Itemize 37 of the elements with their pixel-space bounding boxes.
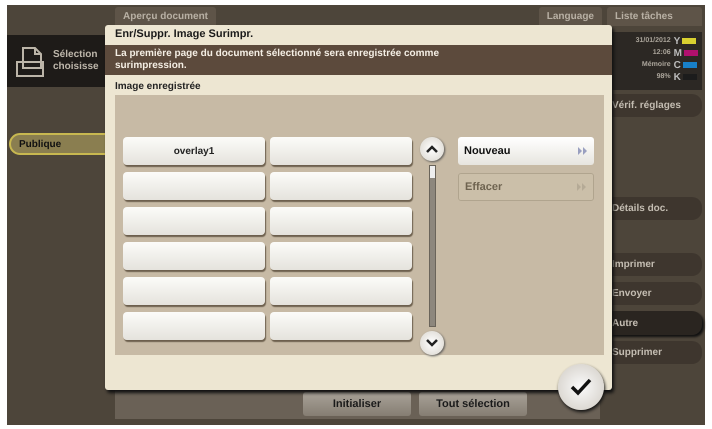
toner-label: Y: [674, 36, 680, 46]
bottom-button[interactable]: Tout sélection: [419, 392, 527, 416]
scroll-down-button[interactable]: [420, 331, 444, 355]
bottom-button[interactable]: Initialiser: [303, 392, 411, 416]
job-list-tab[interactable]: Liste tâches: [607, 7, 702, 26]
dialog-title: Enr/Suppr. Image Surimpr.: [114, 27, 254, 42]
chevron-up-icon: [426, 145, 438, 153]
image-slot[interactable]: [123, 172, 265, 200]
checkmark-icon: [570, 378, 592, 396]
image-slot[interactable]: [270, 277, 412, 305]
image-slot[interactable]: [270, 242, 412, 270]
document-icon: [13, 44, 47, 78]
image-slot[interactable]: [270, 312, 412, 340]
image-slot[interactable]: [270, 172, 412, 200]
selection-title: choisisse: [53, 61, 99, 73]
scroll-up-button[interactable]: [420, 137, 444, 161]
double-arrow-icon: [578, 147, 588, 155]
toner-label: M: [674, 48, 682, 58]
language-tab[interactable]: Language: [538, 7, 602, 27]
image-slot[interactable]: overlay1: [123, 137, 265, 165]
image-slot[interactable]: [270, 137, 412, 165]
image-slot[interactable]: [270, 207, 412, 235]
image-slot[interactable]: [123, 207, 265, 235]
toner-label: C: [674, 60, 681, 70]
folder-tab[interactable]: Publique: [9, 133, 107, 155]
scroll-thumb[interactable]: [430, 166, 434, 178]
preview-tab[interactable]: Aperçu document: [115, 7, 216, 27]
section-label: Image enregistrée: [115, 81, 202, 94]
dialog-message: La première page du document sélectionné sera enregistrée comme surimpression.: [105, 45, 612, 75]
image-slot[interactable]: [123, 242, 265, 270]
action-button[interactable]: Nouveau: [458, 137, 594, 165]
selection-title: Sélection: [53, 49, 98, 61]
toner-label: K: [674, 72, 681, 82]
image-slot[interactable]: [123, 312, 265, 340]
scroll-track[interactable]: [428, 165, 436, 327]
chevron-down-icon: [426, 339, 438, 347]
image-slot[interactable]: [123, 277, 265, 305]
